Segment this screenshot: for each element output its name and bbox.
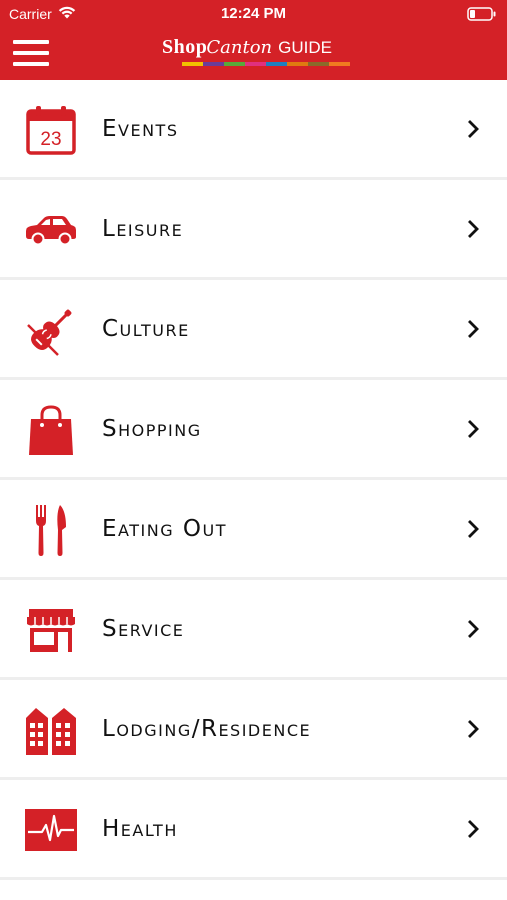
menu-item-label: Health xyxy=(102,815,178,842)
chevron-right-icon xyxy=(468,719,479,738)
shopping-bag-icon xyxy=(22,404,80,456)
heartbeat-icon xyxy=(22,804,80,856)
chevron-right-icon xyxy=(468,319,479,338)
app-screen: Carrier 12:24 PM ShopCanton GUIDE 23 Eve… xyxy=(0,0,507,900)
menu-item-label: Events xyxy=(102,115,179,142)
chevron-right-icon xyxy=(468,119,479,138)
menu-item-leisure[interactable]: Leisure xyxy=(0,180,507,280)
logo-shop-text: Shop xyxy=(162,36,208,58)
app-logo: ShopCanton GUIDE xyxy=(162,36,350,72)
logo-stripe-segment xyxy=(308,62,329,66)
menu-item-lodging[interactable]: Lodging/Residence xyxy=(0,680,507,780)
category-list: 23 Events Leisure Culture Shopping Eatin… xyxy=(0,80,507,880)
logo-guide-text: GUIDE xyxy=(278,38,332,57)
storefront-icon xyxy=(22,604,80,656)
menu-item-label: Culture xyxy=(102,315,190,342)
hamburger-menu-icon[interactable] xyxy=(13,40,51,68)
logo-stripe-segment xyxy=(224,62,245,66)
calendar-icon: 23 xyxy=(22,104,80,156)
nav-bar: ShopCanton GUIDE xyxy=(0,28,507,80)
menu-item-shopping[interactable]: Shopping xyxy=(0,380,507,480)
logo-stripe-segment xyxy=(329,62,350,66)
logo-color-stripe xyxy=(182,62,350,66)
menu-item-events[interactable]: 23 Events xyxy=(0,80,507,180)
menu-item-culture[interactable]: Culture xyxy=(0,280,507,380)
menu-item-label: Shopping xyxy=(102,415,202,442)
logo-stripe-segment xyxy=(182,62,203,66)
buildings-icon xyxy=(22,704,80,756)
fork-knife-icon xyxy=(22,504,80,556)
menu-item-label: Lodging/Residence xyxy=(102,715,312,742)
logo-stripe-segment xyxy=(266,62,287,66)
menu-item-label: Eating Out xyxy=(102,515,227,542)
menu-item-health[interactable]: Health xyxy=(0,780,507,880)
menu-item-service[interactable]: Service xyxy=(0,580,507,680)
logo-stripe-segment xyxy=(245,62,266,66)
chevron-right-icon xyxy=(468,419,479,438)
status-time: 12:24 PM xyxy=(220,5,287,22)
chevron-right-icon xyxy=(468,219,479,238)
chevron-right-icon xyxy=(468,819,479,838)
logo-canton-text: Canton xyxy=(206,37,273,58)
chevron-right-icon xyxy=(468,519,479,538)
calendar-day-number: 23 xyxy=(40,129,61,150)
menu-item-label: Leisure xyxy=(102,215,184,242)
status-bar: Carrier 12:24 PM xyxy=(0,0,507,28)
chevron-right-icon xyxy=(468,619,479,638)
logo-stripe-segment xyxy=(287,62,308,66)
logo-stripe-segment xyxy=(203,62,224,66)
battery-icon xyxy=(467,7,497,26)
violin-icon xyxy=(22,304,80,356)
menu-item-eating-out[interactable]: Eating Out xyxy=(0,480,507,580)
car-icon xyxy=(22,204,80,256)
menu-item-label: Service xyxy=(102,615,185,642)
